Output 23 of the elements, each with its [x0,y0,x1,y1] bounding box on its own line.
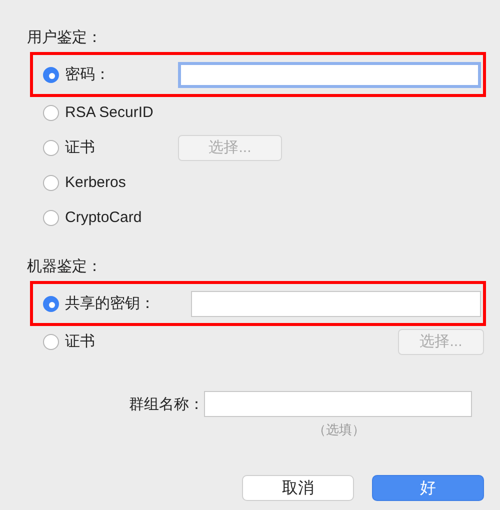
option-label: Kerberos [65,174,126,191]
radio-button[interactable] [43,210,59,226]
option-label: CryptoCard [65,209,142,226]
text-field[interactable] [178,62,481,88]
option-label: RSA SecurID [65,104,154,121]
group-name-field[interactable] [204,391,472,417]
ok-button[interactable]: 好 [372,475,484,501]
option-label: 证书 [65,138,95,157]
cancel-button[interactable]: 取消 [242,475,354,501]
radio-button[interactable] [43,140,59,156]
text-field[interactable] [191,290,481,316]
section-heading: 机器鉴定： [27,257,103,277]
radio-button[interactable] [43,296,59,312]
group-name-label: 群组名称： [128,394,204,414]
option-label: 共享的密钥： [65,294,155,313]
radio-button[interactable] [43,66,59,82]
radio-button[interactable] [43,174,59,190]
option-label: 密码： [65,65,110,84]
section-heading: 用户鉴定： [27,28,103,48]
optional-hint: （选填） [313,421,366,439]
radio-button[interactable] [43,104,59,120]
radio-button[interactable] [43,334,59,350]
option-label: 证书 [65,332,95,351]
